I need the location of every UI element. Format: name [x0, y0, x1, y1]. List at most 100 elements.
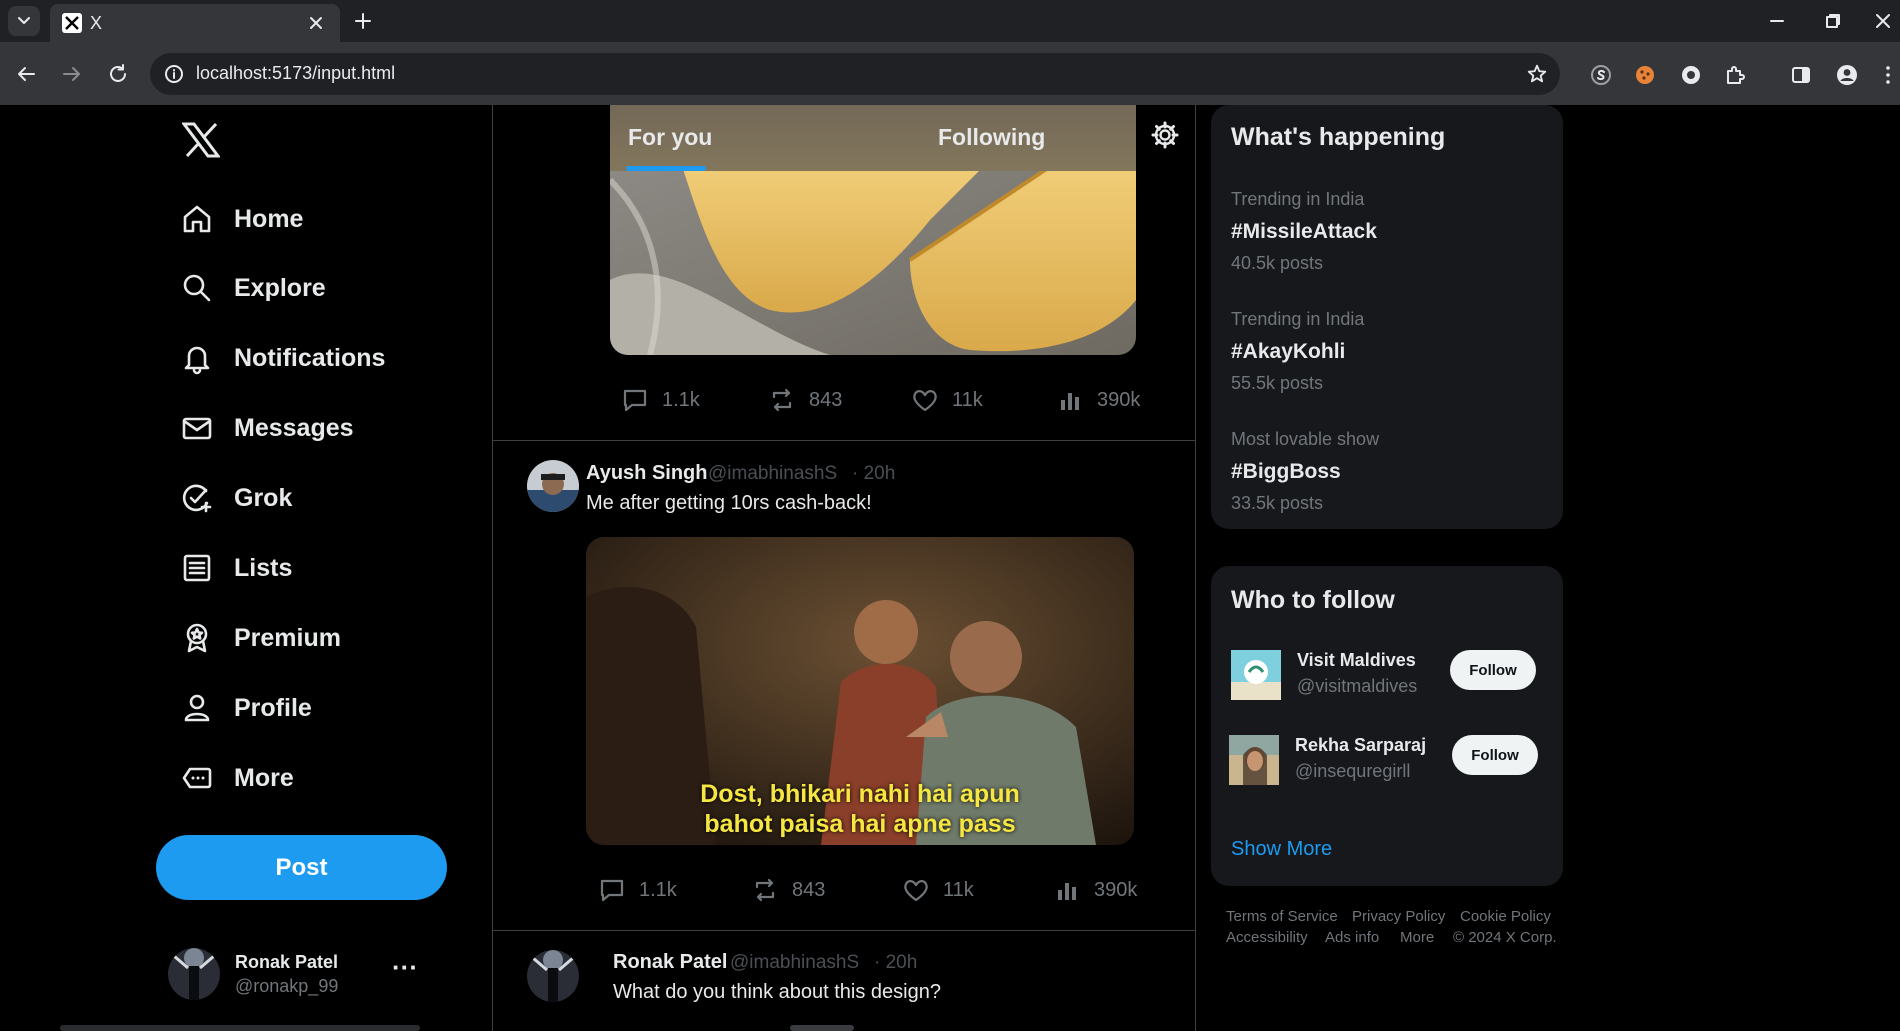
footer-link[interactable]: Terms of Service	[1226, 908, 1338, 925]
show-more-link[interactable]: Show More	[1231, 838, 1332, 861]
nav-more[interactable]: More	[180, 753, 294, 803]
follow-button[interactable]: Follow	[1452, 735, 1538, 775]
post-divider	[493, 440, 1195, 441]
like-action[interactable]: 11k	[901, 875, 974, 905]
tab-following[interactable]: Following	[938, 124, 1045, 151]
nav-messages[interactable]: Messages	[180, 403, 354, 453]
footer-link[interactable]: Accessibility	[1226, 929, 1308, 946]
restore-icon[interactable]	[1824, 12, 1842, 30]
nav-label: Premium	[234, 623, 341, 652]
reply-action[interactable]: 1.1k	[597, 875, 677, 905]
url-text: localhost:5173/input.html	[196, 63, 396, 83]
profile-avatar-icon[interactable]	[1836, 64, 1858, 86]
repost-action[interactable]: 843	[767, 385, 842, 415]
account-switcher[interactable]: Ronak Patel @ronakp_99 ···	[168, 948, 458, 1002]
tab-search-button[interactable]	[8, 6, 40, 36]
views-bar-chart-icon	[1061, 393, 1079, 410]
person-icon	[184, 694, 210, 722]
minimize-icon[interactable]	[1768, 12, 1786, 30]
views-action[interactable]: 390k	[1055, 385, 1140, 415]
nav-label: Explore	[234, 273, 326, 302]
browser-menu-icon[interactable]	[1882, 64, 1894, 86]
views-action[interactable]: 390k	[1052, 875, 1137, 905]
food-photo	[610, 160, 1136, 355]
heart-icon	[904, 880, 928, 902]
avatar	[1229, 735, 1279, 785]
repost-count: 843	[809, 388, 843, 411]
extension-s-icon[interactable]	[1590, 64, 1612, 86]
close-window-icon[interactable]	[1874, 12, 1892, 30]
post-image-meme[interactable]: Dost, bhikari nahi hai apun bahot paisa …	[586, 537, 1134, 845]
views-count: 390k	[1097, 388, 1141, 411]
post-button[interactable]: Post	[156, 835, 447, 900]
gear-icon[interactable]	[1150, 120, 1180, 150]
browser-tab-bar: X	[0, 0, 1900, 42]
meme-caption-line1: Dost, bhikari nahi hai apun	[700, 780, 1020, 808]
repost-count: 843	[792, 878, 826, 901]
post-author-name[interactable]: Ronak Patel	[613, 951, 727, 974]
account-handle: @ronakp_99	[235, 976, 339, 996]
reply-icon	[600, 879, 624, 902]
avatar[interactable]	[527, 460, 579, 512]
footer-link[interactable]: Ads info	[1325, 929, 1379, 946]
follow-suggestion[interactable]: Visit Maldives @visitmaldives Follow	[1211, 650, 1563, 706]
back-icon[interactable]	[14, 62, 38, 86]
like-action[interactable]: 11k	[910, 385, 983, 415]
post-author-handle[interactable]: @imabhinashS	[708, 463, 837, 485]
trend-item[interactable]: Most lovable show #BiggBoss 33.5k posts	[1211, 429, 1563, 529]
reply-count: 1.1k	[662, 388, 700, 411]
trend-item[interactable]: Trending in India #AkayKohli 55.5k posts	[1211, 309, 1563, 409]
x-logo-icon[interactable]	[182, 122, 220, 158]
feed-left-border	[492, 105, 493, 1031]
post-time[interactable]: · 20h	[852, 463, 895, 485]
nav-grok[interactable]: Grok	[180, 473, 292, 523]
nav-label: Profile	[234, 693, 312, 722]
trend-category: Trending in India	[1231, 189, 1365, 209]
cookie-extension-icon[interactable]	[1634, 64, 1656, 86]
horizontal-scrollbar-thumb[interactable]	[790, 1025, 854, 1031]
tab-for-you[interactable]: For you	[628, 124, 712, 151]
suggestion-handle: @insequregirll	[1295, 761, 1411, 781]
site-info-icon[interactable]	[164, 64, 184, 84]
post-author-name[interactable]: Ayush Singh	[586, 462, 707, 485]
whats-happening-panel: What's happening Trending in India #Miss…	[1211, 105, 1563, 529]
meme-caption: Dost, bhikari nahi hai apun bahot paisa …	[586, 779, 1134, 839]
nav-home[interactable]: Home	[180, 194, 303, 244]
post-time[interactable]: · 20h	[874, 952, 917, 974]
tab-title: X	[90, 13, 103, 33]
like-count: 11k	[943, 878, 974, 901]
reload-icon[interactable]	[106, 62, 130, 86]
new-tab-icon[interactable]	[352, 10, 374, 32]
close-tab-icon[interactable]	[308, 15, 324, 31]
follow-button[interactable]: Follow	[1450, 650, 1536, 690]
reply-action[interactable]: 1.1k	[620, 385, 700, 415]
browser-tab[interactable]: X	[50, 4, 340, 42]
bell-icon	[184, 346, 210, 375]
search-icon	[183, 274, 211, 302]
trend-item[interactable]: Trending in India #MissileAttack 40.5k p…	[1211, 189, 1563, 289]
post-image-food[interactable]	[610, 160, 1136, 355]
footer-link[interactable]: Privacy Policy	[1352, 908, 1445, 925]
account-more-icon[interactable]: ···	[392, 952, 418, 983]
address-bar[interactable]: localhost:5173/input.html	[150, 53, 1560, 95]
bookmark-star-icon[interactable]	[1526, 63, 1548, 85]
active-tab-indicator	[626, 166, 706, 171]
side-panel-icon[interactable]	[1790, 64, 1812, 86]
repost-action[interactable]: 843	[750, 875, 825, 905]
forward-icon[interactable]	[60, 62, 84, 86]
nav-lists[interactable]: Lists	[180, 543, 292, 593]
nav-explore[interactable]: Explore	[180, 263, 326, 313]
vertical-scrollbar[interactable]	[1888, 105, 1900, 1031]
nav-premium[interactable]: Premium	[180, 613, 341, 663]
trend-category: Most lovable show	[1231, 429, 1380, 449]
nav-notifications[interactable]: Notifications	[180, 333, 385, 383]
follow-suggestion[interactable]: Rekha Sarparaj @insequregirll Follow	[1211, 735, 1563, 791]
extensions-puzzle-icon[interactable]	[1724, 64, 1746, 86]
horizontal-scrollbar[interactable]	[60, 1025, 420, 1031]
footer-link[interactable]: More	[1400, 929, 1434, 946]
extension-circle-icon[interactable]	[1680, 64, 1702, 86]
post-author-handle[interactable]: @imabhinashS	[730, 952, 859, 974]
nav-profile[interactable]: Profile	[180, 683, 312, 733]
footer-link[interactable]: Cookie Policy	[1460, 908, 1551, 925]
avatar[interactable]	[527, 950, 579, 1002]
